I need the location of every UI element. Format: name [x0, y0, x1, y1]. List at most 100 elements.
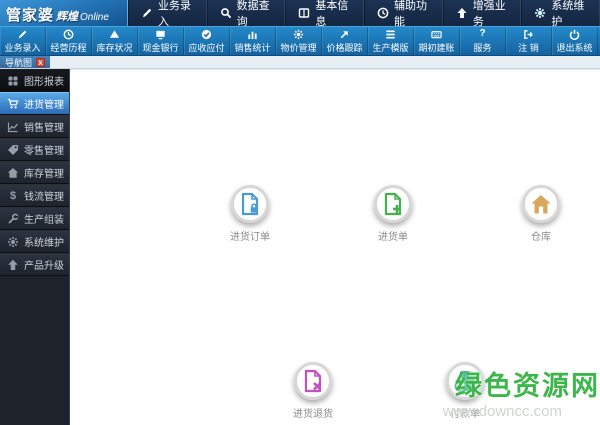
book-icon	[298, 7, 310, 19]
top-bar: 管家婆 辉煌 Online 业务录入 数据查询 基本信息 辅助功能 增强业务 系…	[0, 0, 600, 28]
toolbar-label: 应收应付	[188, 42, 225, 53]
sidebar-item-inventory-management[interactable]: 库存管理	[0, 161, 69, 184]
sidebar-item-cashflow-management[interactable]: $ 钱流管理	[0, 184, 69, 207]
watermark-site-url: www.downcc.com	[442, 403, 562, 420]
toolbar-label: 注 销	[518, 42, 539, 53]
sidebar: 图形报表 进货管理 销售管理 零售管理 库存管理 $ 钱流管理 生产组装 系统维…	[0, 69, 70, 425]
sidebar-item-sales-management[interactable]: 销售管理	[0, 115, 69, 138]
menu-label: 数据查询	[236, 0, 270, 28]
app-window: 管家婆 辉煌 Online 业务录入 数据查询 基本信息 辅助功能 增强业务 系…	[0, 0, 600, 425]
sidebar-item-purchase-management[interactable]: 进货管理	[0, 92, 69, 115]
menu-label: 业务录入	[158, 0, 191, 28]
tab-bar: 导航图 x	[0, 56, 600, 69]
toolbar-label: 期初建账	[418, 42, 455, 53]
toolbar-inventory-status[interactable]: 库存状况	[92, 27, 138, 55]
sidebar-item-product-upgrade[interactable]: 产品升级	[0, 253, 69, 276]
sidebar-item-label: 库存管理	[24, 169, 64, 180]
toolbar-logout[interactable]: 注 销	[506, 27, 552, 55]
monitor-icon	[155, 29, 166, 40]
home-icon	[7, 167, 19, 179]
power-icon	[569, 29, 580, 40]
arrow-up-icon	[7, 259, 19, 271]
keyboard-icon	[431, 29, 442, 40]
toolbar-business-history[interactable]: 经营历程	[46, 27, 92, 55]
grid-icon	[7, 75, 19, 87]
sidebar-item-label: 销售管理	[24, 123, 64, 134]
bar-chart-icon	[247, 29, 258, 40]
watermark: 绿色资源网 www.downcc.com	[443, 364, 600, 420]
menu-data-query[interactable]: 数据查询	[206, 0, 286, 28]
toolbar-price-tracking[interactable]: 价格跟踪	[322, 27, 368, 55]
sidebar-item-graph-reports[interactable]: 图形报表	[0, 69, 69, 92]
tab-close-icon[interactable]: x	[36, 57, 46, 67]
purchase-order-icon	[231, 185, 269, 223]
toolbar-label: 现金银行	[142, 42, 179, 53]
sidebar-item-system-maintenance[interactable]: 系统维护	[0, 230, 69, 253]
sidebar-item-label: 生产组装	[24, 215, 64, 226]
shortcut-purchase-order[interactable]: 进货订单	[205, 185, 295, 243]
menu-system-maintenance[interactable]: 系统维护	[521, 0, 600, 28]
tab-label: 导航图	[5, 57, 33, 68]
menu-enhanced-business[interactable]: 增强业务	[442, 0, 522, 28]
toolbar-label: 经营历程	[50, 42, 87, 53]
toolbar-label: 生产模版	[372, 42, 409, 53]
toolbar-business-entry[interactable]: 业务录入	[0, 27, 46, 55]
tab-navigation-map[interactable]: 导航图 x	[0, 56, 51, 68]
purchase-receipt-icon	[374, 185, 412, 223]
list-icon	[385, 29, 396, 40]
toolbar-opening-accounts[interactable]: 期初建账	[414, 27, 460, 55]
clock-icon	[377, 7, 389, 19]
content-area: 图形报表 进货管理 销售管理 零售管理 库存管理 $ 钱流管理 生产组装 系统维…	[0, 69, 600, 425]
toolbar-price-management[interactable]: 物价管理	[276, 27, 322, 55]
arrow-up-icon	[456, 7, 468, 19]
watermark-site-name: 绿色资源网	[455, 371, 600, 401]
sidebar-item-label: 图形报表	[24, 77, 64, 88]
menu-label: 增强业务	[472, 0, 506, 28]
menu-business-entry[interactable]: 业务录入	[128, 0, 207, 28]
tag-icon	[7, 144, 19, 156]
toolbar-production-template[interactable]: 生产模版	[368, 27, 414, 55]
sidebar-item-label: 进货管理	[24, 100, 64, 111]
shortcut-label: 进货单	[378, 232, 408, 243]
toolbar-label: 销售统计	[234, 42, 271, 53]
toolbar-label: 退出系统	[556, 42, 593, 53]
sidebar-item-label: 产品升级	[24, 261, 64, 272]
toolbar-label: 库存状况	[96, 42, 133, 53]
sidebar-item-label: 钱流管理	[24, 192, 64, 203]
app-logo: 管家婆 辉煌 Online	[0, 0, 128, 26]
toolbar-service[interactable]: ? 服务	[460, 27, 506, 55]
menu-basic-info[interactable]: 基本信息	[285, 0, 365, 28]
warehouse-icon	[522, 185, 560, 223]
clock-icon	[63, 29, 74, 40]
sidebar-item-label: 系统维护	[24, 238, 64, 249]
toolbar-label: 价格跟踪	[326, 42, 363, 53]
sidebar-item-label: 零售管理	[24, 146, 64, 157]
toolbar-label: 业务录入	[4, 42, 41, 53]
toolbar-sales-statistics[interactable]: 销售统计	[230, 27, 276, 55]
shortcut-purchase-return[interactable]: 进货退货	[268, 362, 358, 420]
check-circle-icon	[201, 29, 212, 40]
pencil-icon	[17, 29, 28, 40]
sidebar-item-production-assembly[interactable]: 生产组装	[0, 207, 69, 230]
line-chart-icon	[7, 121, 19, 133]
brand-edition: 辉煌	[56, 11, 79, 23]
shortcut-label: 进货订单	[230, 232, 270, 243]
pencil-icon	[141, 7, 153, 19]
wrench-icon	[7, 213, 19, 225]
toolbar-receivable-payable[interactable]: 应收应付	[184, 27, 230, 55]
arrow-up-right-icon	[339, 29, 350, 40]
search-icon	[220, 7, 232, 19]
brand-online: Online	[80, 12, 109, 23]
toolbar-label: 服务	[473, 42, 492, 53]
shortcut-warehouse[interactable]: 仓库	[496, 185, 586, 243]
shortcut-label: 进货退货	[293, 409, 333, 420]
toolbar-exit-system[interactable]: 退出系统	[552, 27, 598, 55]
menu-label: 系统维护	[551, 0, 585, 28]
menu-aux-functions[interactable]: 辅助功能	[364, 0, 443, 28]
toolbar-cash-bank[interactable]: 现金银行	[138, 27, 184, 55]
purchase-return-icon	[294, 362, 332, 400]
shortcut-purchase-receipt[interactable]: 进货单	[348, 185, 438, 243]
menu-label: 基本信息	[315, 0, 349, 28]
toolbar-label: 物价管理	[280, 42, 317, 53]
sidebar-item-retail-management[interactable]: 零售管理	[0, 138, 69, 161]
